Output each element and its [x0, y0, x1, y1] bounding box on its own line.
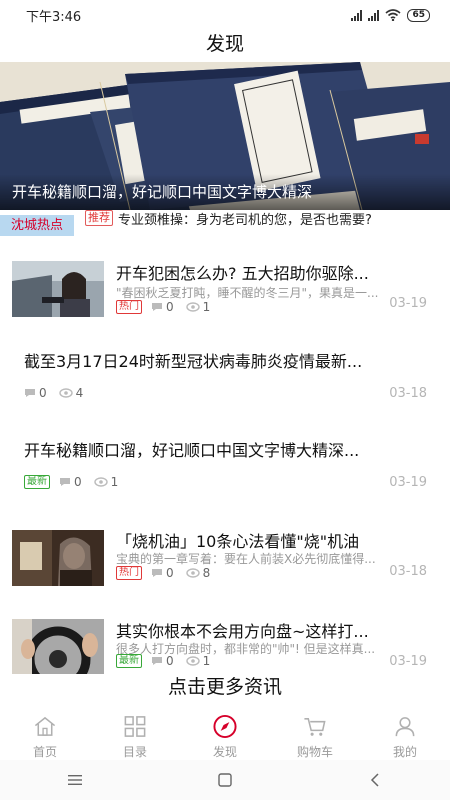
news-meta: 0 4 — [24, 386, 83, 400]
home-icon — [34, 716, 56, 736]
news-item[interactable]: 开车犯困怎么办? 五大招助你驱除... "春困秋乏夏打盹，睡不醒的冬三月"，果真… — [0, 252, 450, 336]
news-date: 03-19 — [389, 475, 427, 490]
home-button[interactable] — [195, 765, 255, 795]
bottom-tab-bar: 首页 目录 发现 购物车 我的 — [0, 708, 450, 760]
views-icon — [93, 477, 108, 487]
news-item[interactable]: 「烧机油」10条心法看懂"烧"机油 宝典的第一章写着：要在人前装X必先彻底懂得.… — [0, 520, 450, 604]
news-item[interactable]: 其实你根本不会用方向盘~这样打... 很多人打方向盘时，都非常的"帅"! 但是这… — [0, 612, 450, 675]
tab-home[interactable]: 首页 — [0, 708, 90, 760]
banner-carousel[interactable]: 开车秘籍顺口溜，好记顺口中国文字博大精深 — [0, 62, 450, 210]
news-title: 开车秘籍顺口溜，好记顺口中国文字博大精深... — [24, 441, 360, 460]
comment-count: 0 — [166, 654, 174, 668]
news-meta: 热门 0 8 — [116, 566, 210, 580]
views-icon — [185, 302, 200, 312]
wifi-icon — [385, 9, 401, 21]
tab-cart[interactable]: 购物车 — [270, 708, 360, 760]
square-icon — [218, 773, 232, 787]
system-nav-bar — [0, 760, 450, 800]
comment-count: 0 — [39, 386, 47, 400]
news-meta: 最新 0 1 — [24, 475, 118, 489]
view-count: 1 — [202, 654, 211, 668]
news-thumbnail — [12, 530, 104, 586]
banner-caption: 开车秘籍顺口溜，好记顺口中国文字博大精深 — [0, 174, 450, 210]
comment-count: 0 — [166, 300, 174, 314]
views-icon — [185, 568, 200, 578]
back-icon — [370, 773, 379, 787]
news-item[interactable]: 截至3月17日24时新型冠状病毒肺炎疫情最新... 0 4 03-18 — [0, 336, 450, 416]
news-meta: 最新 0 1 — [116, 654, 210, 668]
hot-badge: 热门 — [116, 300, 142, 314]
cart-icon — [304, 718, 326, 736]
news-title: 开车犯困怎么办? 五大招助你驱除... — [116, 264, 369, 283]
promo-text: 专业颈椎操：身为老司机的您，是否也需要? — [118, 212, 372, 228]
news-title: 其实你根本不会用方向盘~这样打... — [116, 622, 369, 641]
tab-discover-label: 发现 — [212, 745, 237, 759]
view-count: 1 — [202, 300, 211, 314]
news-date: 03-18 — [389, 564, 427, 579]
status-time: 下午3:46 — [26, 9, 82, 25]
promo-badge: 推荐 — [85, 210, 113, 226]
promo-row[interactable]: 推荐 专业颈椎操：身为老司机的您，是否也需要? — [85, 208, 445, 228]
menu-button[interactable] — [45, 765, 105, 795]
tab-catalog-label: 目录 — [122, 745, 147, 759]
more-news-link[interactable]: 点击更多资讯 — [0, 674, 450, 700]
news-summary: "春困秋乏夏打盹，睡不醒的冬三月"，果真是一... — [116, 286, 379, 300]
news-date: 03-19 — [389, 654, 427, 669]
comment-count: 0 — [74, 475, 82, 489]
comment-count: 0 — [166, 566, 174, 580]
tab-catalog[interactable]: 目录 — [90, 708, 180, 760]
news-thumbnail — [12, 261, 104, 317]
tab-profile-label: 我的 — [392, 745, 417, 759]
news-title: 「烧机油」10条心法看懂"烧"机油 — [116, 532, 360, 551]
status-bar: 下午3:46 65 — [0, 0, 450, 30]
cellular-signal-icon — [351, 9, 363, 21]
news-date: 03-19 — [389, 296, 427, 311]
tab-cart-label: 购物车 — [296, 745, 333, 759]
page-title: 发现 — [205, 33, 244, 55]
news-summary: 宝典的第一章写着：要在人前装X必先彻底懂得... — [116, 552, 376, 566]
comment-icon — [25, 389, 35, 397]
tab-profile[interactable]: 我的 — [360, 708, 450, 760]
section-tag: 沈城热点 — [0, 215, 74, 236]
compass-icon — [213, 714, 237, 739]
news-meta: 热门 0 1 — [116, 300, 210, 314]
grid-icon — [124, 716, 146, 737]
comment-icon — [152, 569, 162, 577]
battery-icon: 65 — [407, 8, 430, 22]
back-button[interactable] — [345, 765, 405, 795]
new-badge: 最新 — [24, 475, 50, 489]
tab-discover[interactable]: 发现 — [180, 708, 270, 760]
comment-icon — [152, 657, 162, 665]
views-icon — [58, 388, 73, 398]
status-icons: 65 — [351, 8, 430, 22]
tab-home-label: 首页 — [32, 745, 57, 759]
user-icon — [395, 717, 415, 737]
news-thumbnail — [12, 619, 104, 675]
menu-icon — [68, 775, 82, 785]
comment-icon — [60, 478, 70, 486]
view-count: 1 — [110, 475, 119, 489]
news-date: 03-18 — [389, 386, 427, 401]
new-badge: 最新 — [116, 654, 142, 668]
news-item[interactable]: 开车秘籍顺口溜，好记顺口中国文字博大精深... 最新 0 1 03-19 — [0, 425, 450, 505]
views-icon — [185, 656, 200, 666]
cellular-signal-icon-2 — [368, 9, 380, 21]
hot-badge: 热门 — [116, 566, 142, 580]
view-count: 4 — [75, 386, 84, 400]
news-title: 截至3月17日24时新型冠状病毒肺炎疫情最新... — [24, 352, 363, 371]
view-count: 8 — [202, 566, 211, 580]
comment-icon — [152, 303, 162, 311]
